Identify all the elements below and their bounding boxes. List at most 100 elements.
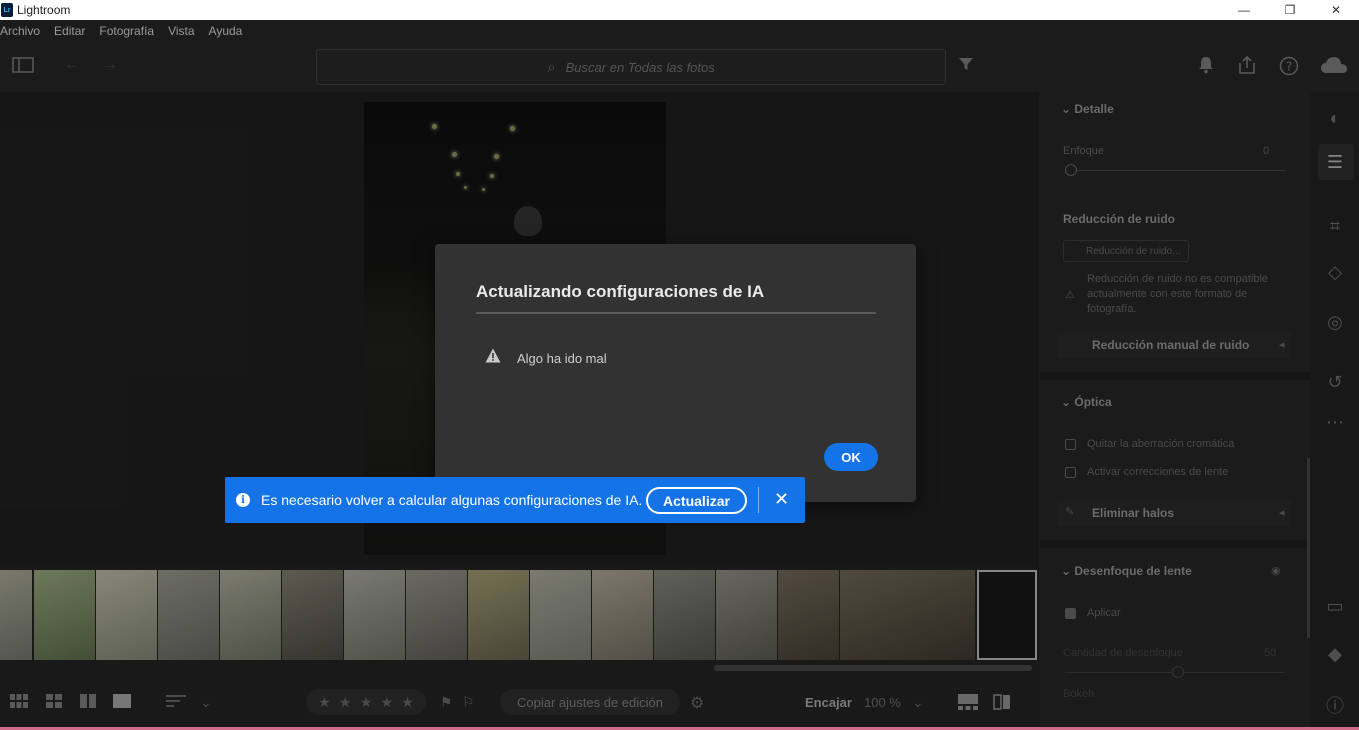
star-icon[interactable]: ★ xyxy=(381,694,394,711)
masking-icon[interactable]: ◎ xyxy=(1324,312,1346,333)
sharpen-value[interactable]: 0 xyxy=(1263,144,1269,159)
cloud-icon[interactable] xyxy=(1320,56,1348,79)
manual-noise-label: Reducción manual de ruido xyxy=(1092,338,1250,352)
filmstrip-thumbnail[interactable] xyxy=(34,570,95,660)
expand-arrow-icon: ◂ xyxy=(1279,507,1285,519)
star-icon[interactable]: ★ xyxy=(401,694,414,711)
bell-icon[interactable] xyxy=(1198,56,1214,79)
fit-button[interactable]: Encajar xyxy=(805,695,852,710)
star-icon[interactable]: ★ xyxy=(339,694,352,711)
compare-view-icon[interactable] xyxy=(80,694,96,711)
star-rating[interactable]: ★ ★ ★ ★ ★ xyxy=(306,689,426,715)
crop-icon[interactable]: ⌗ xyxy=(1324,216,1346,237)
filmstrip-scrollbar[interactable] xyxy=(714,665,1032,671)
tag-icon[interactable]: ◆ xyxy=(1324,644,1346,665)
filmstrip-thumbnail[interactable] xyxy=(530,570,591,660)
flag-pick-icon[interactable]: ⚑ xyxy=(440,694,453,711)
comment-icon[interactable]: ▭ xyxy=(1324,596,1346,617)
window-controls: — ❐ ✕ xyxy=(1221,0,1359,20)
zoom-level[interactable]: 100 % xyxy=(864,695,901,710)
star-icon[interactable]: ★ xyxy=(360,694,373,711)
edit-sliders-icon[interactable]: ☰ xyxy=(1324,152,1346,173)
lightroom-logo-icon: Lr xyxy=(1,3,13,17)
close-icon[interactable]: ✕ xyxy=(774,489,789,510)
forward-arrow-icon[interactable]: → xyxy=(102,56,118,74)
top-toolbar: ← → ⌕ Buscar en Todas las fotos ? xyxy=(0,42,1359,92)
blur-amount-slider-thumb[interactable] xyxy=(1172,666,1184,678)
star-icon[interactable]: ★ xyxy=(318,694,331,711)
toast-divider xyxy=(758,487,759,513)
flag-reject-icon[interactable]: ⚐ xyxy=(462,694,475,711)
back-arrow-icon[interactable]: ← xyxy=(64,56,80,74)
bokeh-label: Bokeh xyxy=(1063,688,1095,700)
blur-amount-value[interactable]: 50 xyxy=(1264,646,1276,661)
sharpen-label: Enfoque xyxy=(1063,145,1104,157)
apply-lens-blur-checkbox[interactable] xyxy=(1065,608,1076,619)
info-icon[interactable]: ⓘ xyxy=(1324,692,1346,718)
filmstrip-toggle-icon[interactable] xyxy=(958,694,978,713)
lens-corrections-checkbox[interactable] xyxy=(1065,467,1076,478)
menu-fotografia[interactable]: Fotografía xyxy=(99,24,154,38)
sidebar-toggle-icon[interactable] xyxy=(12,56,34,79)
maximize-button[interactable]: ❐ xyxy=(1267,0,1313,20)
history-icon[interactable]: ↺ xyxy=(1324,372,1346,393)
filmstrip-thumbnail[interactable] xyxy=(96,570,157,660)
filmstrip-thumbnail[interactable] xyxy=(158,570,219,660)
detail-section-header[interactable]: ⌄ Detalle xyxy=(1061,102,1114,116)
filmstrip-thumbnail[interactable] xyxy=(840,570,975,660)
ai-settings-dialog: Actualizando configuraciones de IA Algo … xyxy=(435,244,916,502)
close-window-button[interactable]: ✕ xyxy=(1313,0,1359,20)
filmstrip-thumbnail[interactable] xyxy=(406,570,467,660)
noise-reduction-button[interactable]: Reducción de ruido... xyxy=(1063,240,1189,262)
menu-archivo[interactable]: Archivo xyxy=(0,24,40,38)
filmstrip-thumbnail[interactable] xyxy=(282,570,343,660)
healing-icon[interactable]: ◇ xyxy=(1324,262,1346,283)
help-icon[interactable]: ? xyxy=(1279,56,1299,81)
filmstrip-thumbnail[interactable] xyxy=(716,570,777,660)
update-button[interactable]: Actualizar xyxy=(646,487,747,514)
menu-ayuda[interactable]: Ayuda xyxy=(209,24,243,38)
bottom-bar: ⌄ ★ ★ ★ ★ ★ ⚑ ⚐ Copiar ajustes de edició… xyxy=(0,677,1038,727)
more-icon[interactable]: ⋯ xyxy=(1324,412,1346,433)
dialog-divider xyxy=(476,312,876,314)
grid-small-view-icon[interactable] xyxy=(10,694,28,711)
sharpen-slider-thumb[interactable] xyxy=(1065,164,1077,176)
filmstrip-thumbnail-selected[interactable] xyxy=(977,570,1037,660)
defringe-row[interactable]: ✎ Eliminar halos ◂ xyxy=(1057,500,1291,526)
filmstrip xyxy=(0,567,1038,677)
filmstrip-thumbnail[interactable] xyxy=(778,570,839,660)
search-icon: ⌕ xyxy=(547,58,556,76)
share-icon[interactable] xyxy=(1237,55,1257,80)
single-view-icon[interactable] xyxy=(113,694,131,711)
blur-amount-label: Cantidad de desenfoque xyxy=(1063,647,1183,659)
menu-editar[interactable]: Editar xyxy=(54,24,85,38)
filmstrip-thumbnail[interactable] xyxy=(468,570,529,660)
manual-noise-row[interactable]: Reducción manual de ruido ◂ xyxy=(1057,332,1291,358)
filmstrip-thumbnail[interactable] xyxy=(344,570,405,660)
before-after-icon[interactable] xyxy=(993,694,1011,713)
filmstrip-thumbnail[interactable] xyxy=(0,570,32,660)
chromatic-aberration-checkbox[interactable] xyxy=(1065,439,1076,450)
menu-vista[interactable]: Vista xyxy=(168,24,194,38)
presets-icon[interactable]: ◐ xyxy=(1324,108,1346,129)
ok-button[interactable]: OK xyxy=(824,443,878,471)
optics-section-header[interactable]: ⌄ Óptica xyxy=(1061,395,1112,409)
sharpen-slider-track xyxy=(1069,170,1285,171)
filter-icon[interactable] xyxy=(958,56,974,77)
gear-icon[interactable]: ⚙ xyxy=(690,693,704,713)
chromatic-aberration-label: Quitar la aberración cromática xyxy=(1087,438,1235,450)
eye-icon[interactable]: ◉ xyxy=(1271,564,1281,579)
filmstrip-thumbnail[interactable] xyxy=(592,570,653,660)
filmstrip-thumbnail[interactable] xyxy=(220,570,281,660)
zoom-chevron-down-icon[interactable]: ⌄ xyxy=(912,694,924,711)
chevron-down-icon[interactable]: ⌄ xyxy=(200,694,212,711)
noise-reduction-title: Reducción de ruido xyxy=(1063,212,1176,226)
search-input[interactable]: ⌕ Buscar en Todas las fotos xyxy=(316,49,946,85)
filmstrip-thumbnail[interactable] xyxy=(654,570,715,660)
lens-blur-section-header[interactable]: ⌄ Desenfoque de lente xyxy=(1061,564,1192,578)
sort-icon[interactable] xyxy=(166,694,188,711)
grid-view-icon[interactable] xyxy=(46,694,62,711)
warning-icon xyxy=(485,348,501,367)
copy-settings-button[interactable]: Copiar ajustes de edición xyxy=(500,689,680,715)
minimize-button[interactable]: — xyxy=(1221,0,1267,20)
